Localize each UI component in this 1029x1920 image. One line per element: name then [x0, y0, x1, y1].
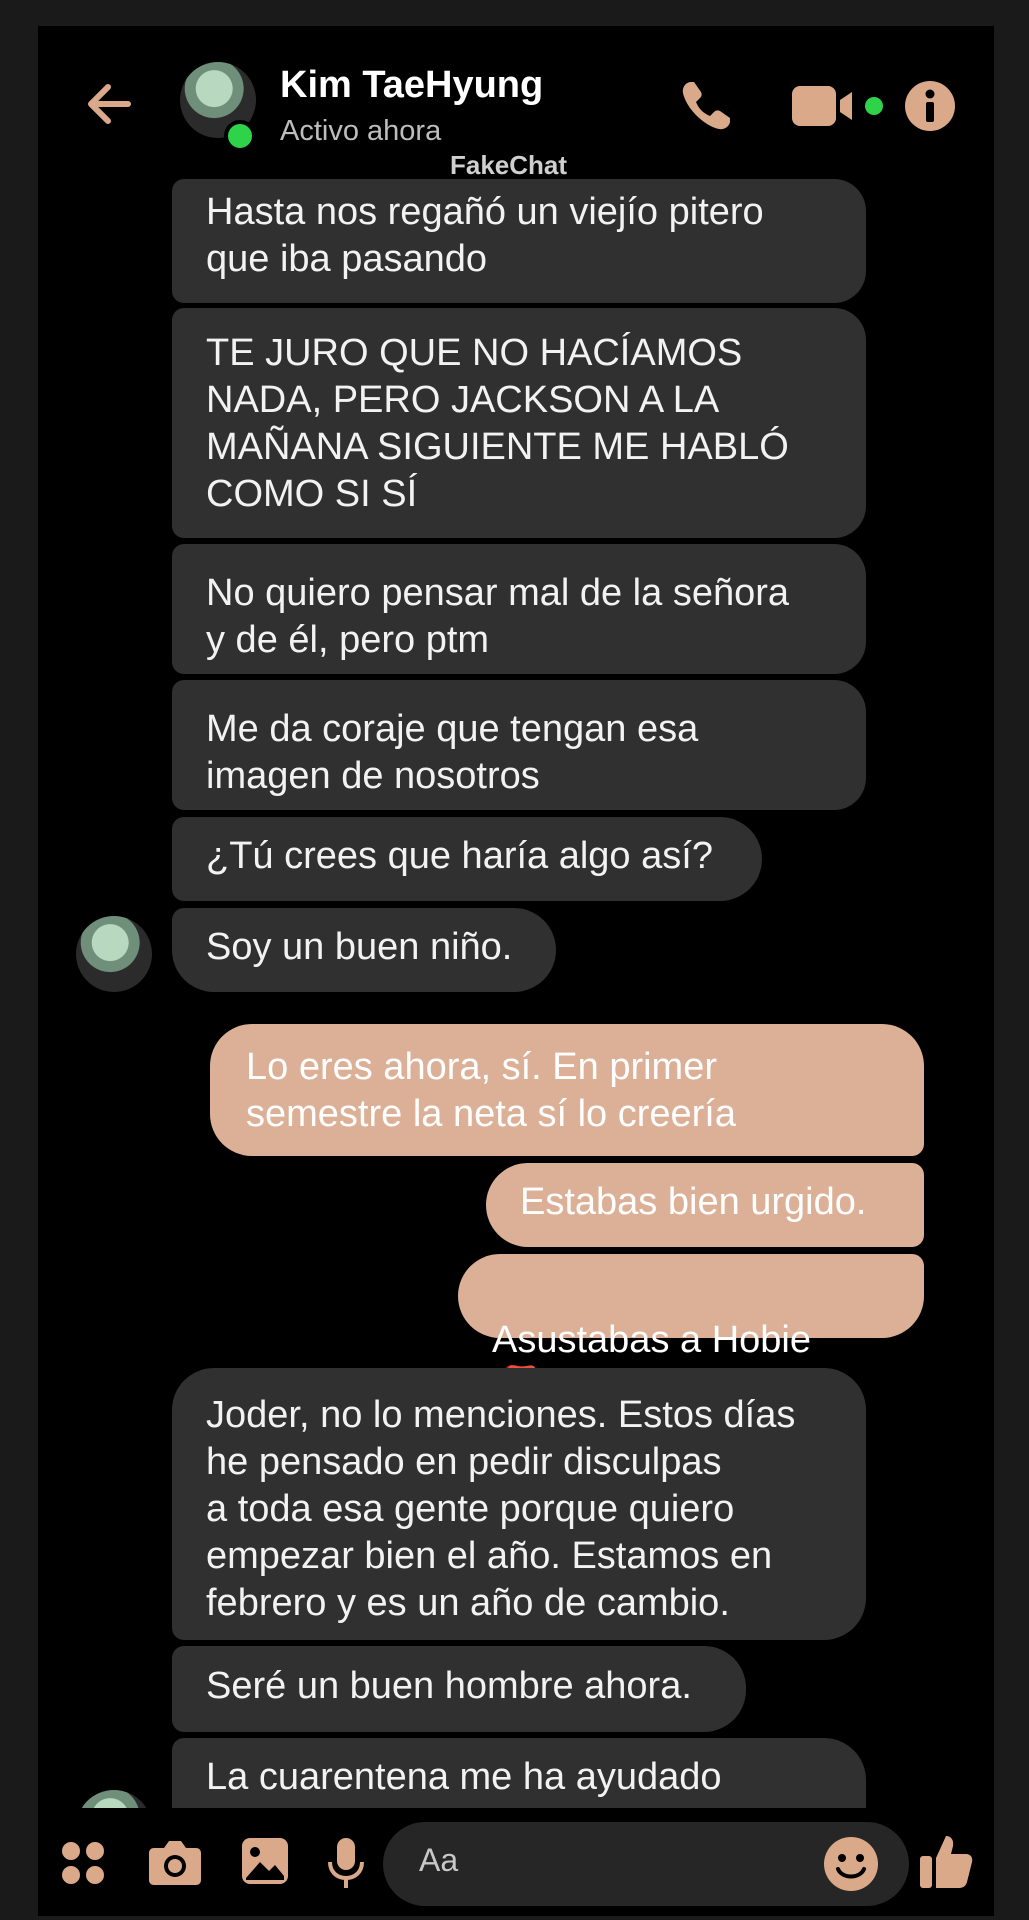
- message-sent[interactable]: Lo eres ahora, sí. En primer semestre la…: [210, 1024, 924, 1156]
- contact-avatar-small: [76, 916, 152, 992]
- back-arrow-icon[interactable]: [80, 74, 140, 134]
- menu-grid-icon[interactable]: [60, 1840, 106, 1886]
- message-received[interactable]: La cuarentena me ha ayudado: [172, 1738, 866, 1808]
- phone-call-icon[interactable]: [678, 78, 734, 134]
- watermark: FakeChat: [450, 150, 568, 180]
- message-received[interactable]: Joder, no lo menciones. Estos días he pe…: [172, 1368, 866, 1640]
- image-gallery-icon[interactable]: [240, 1836, 290, 1886]
- message-received[interactable]: Soy un buen niño.: [172, 908, 556, 992]
- message-received[interactable]: TE JURO QUE NO HACÍAMOS NADA, PERO JACKS…: [172, 308, 866, 538]
- message-received[interactable]: Seré un buen hombre ahora.: [172, 1646, 746, 1732]
- contact-status: Activo ahora: [280, 115, 442, 147]
- chat-screen: Kim TaeHyung Activo ahora FakeChat Hasta…: [38, 26, 994, 1916]
- like-thumbs-up-icon[interactable]: [918, 1832, 974, 1890]
- camera-icon[interactable]: [148, 1838, 202, 1886]
- message-received[interactable]: No quiero pensar mal de la señora y de é…: [172, 544, 866, 674]
- message-sent[interactable]: Estabas bien urgido.: [486, 1163, 924, 1247]
- emoji-icon[interactable]: [823, 1836, 879, 1892]
- message-sent[interactable]: Asustabas a Hobie 👺: [458, 1254, 924, 1408]
- online-indicator: [224, 120, 256, 152]
- contact-name[interactable]: Kim TaeHyung: [280, 64, 543, 107]
- message-received[interactable]: Hasta nos regañó un viejío pitero que ib…: [172, 179, 866, 303]
- info-icon[interactable]: [904, 80, 956, 132]
- message-composer: Aa: [38, 1808, 994, 1916]
- chat-header: Kim TaeHyung Activo ahora FakeChat: [38, 26, 994, 186]
- message-input-placeholder: Aa: [419, 1842, 459, 1878]
- video-call-icon[interactable]: [790, 84, 886, 128]
- microphone-icon[interactable]: [326, 1836, 366, 1890]
- message-input[interactable]: Aa: [383, 1822, 909, 1906]
- message-text: Asustabas a Hobie: [492, 1319, 811, 1361]
- message-received[interactable]: ¿Tú crees que haría algo así?: [172, 817, 762, 901]
- message-received[interactable]: Me da coraje que tengan esa imagen de no…: [172, 680, 866, 810]
